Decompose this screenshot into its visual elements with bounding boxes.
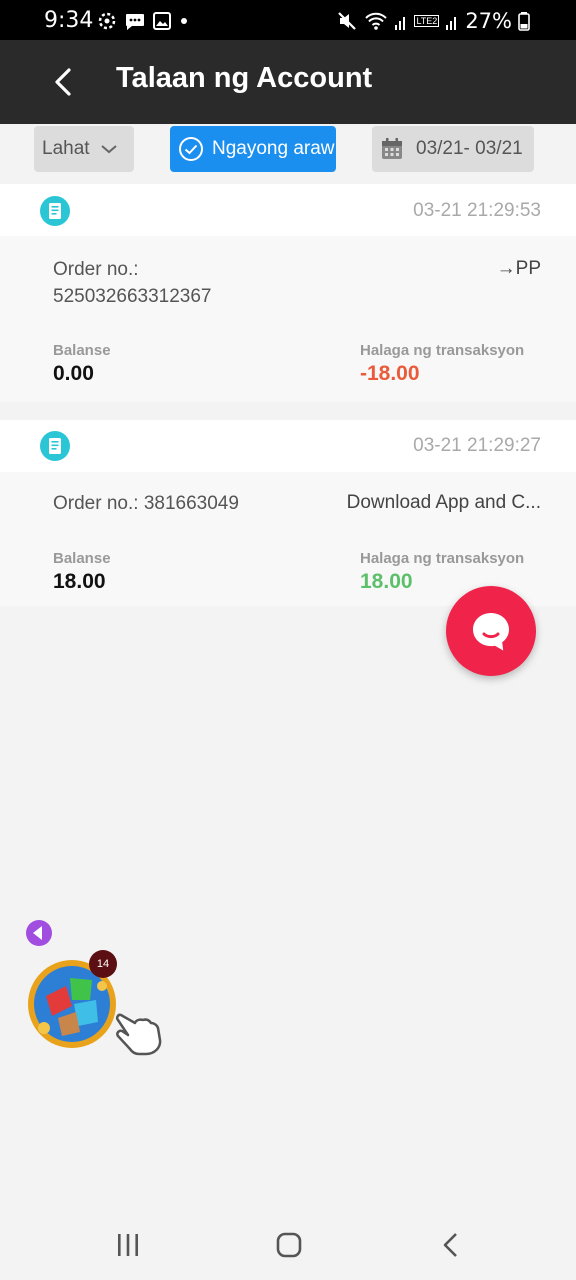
date-range-label: 03/21- 03/21 [416, 138, 523, 159]
transaction-card[interactable]: 03-21 21:29:53 Order no.: 52503266331236… [0, 184, 576, 402]
check-circle-icon [179, 137, 203, 161]
back-arrow-icon[interactable] [44, 62, 84, 102]
floating-game-widget[interactable]: 14 [22, 918, 172, 1063]
battery-percent: 27% [465, 9, 512, 33]
amount-label: Halaga ng transaksyon [360, 550, 525, 567]
amount-label: Halaga ng transaksyon [360, 342, 525, 359]
app-header: Talaan ng Account [0, 40, 576, 124]
transaction-card-body: Order no.: 525032663312367 →PP Balanse 0… [0, 236, 576, 402]
network-type-label: LTE2 [414, 15, 440, 27]
message-notification-icon [126, 14, 144, 30]
settings-notification-icon [98, 12, 116, 30]
notification-icons [96, 10, 190, 32]
chat-support-button[interactable] [446, 586, 536, 676]
filter-today-label: Ngayong araw [212, 138, 335, 159]
filter-all-label: Lahat [42, 138, 90, 159]
more-notifications-dot-icon [181, 18, 187, 24]
wifi-icon [365, 12, 388, 30]
battery-icon [518, 12, 530, 31]
chevron-down-icon [100, 145, 117, 154]
signal-2-icon [446, 17, 457, 30]
notification-count-badge: 14 [89, 950, 117, 978]
balance-value: 18.00 [53, 570, 106, 593]
amount-value: -18.00 [360, 362, 420, 385]
filter-bar: Lahat Ngayong araw 03/21- 03/21 [0, 124, 576, 184]
transaction-timestamp: 03-21 21:29:53 [413, 200, 541, 221]
system-icons: LTE2 27% [336, 9, 530, 33]
status-bar: 9:34 LTE2 27% [0, 0, 576, 40]
mute-icon [338, 12, 357, 30]
balance-value: 0.00 [53, 362, 94, 385]
page-title: Talaan ng Account [116, 62, 373, 94]
transaction-card-header: 03-21 21:29:53 [0, 184, 576, 236]
date-range-picker[interactable]: 03/21- 03/21 [372, 126, 534, 172]
transaction-timestamp: 03-21 21:29:27 [413, 435, 541, 456]
gallery-notification-icon [153, 12, 171, 30]
transaction-card-header: 03-21 21:29:27 [0, 420, 576, 472]
amount-value: 18.00 [360, 570, 413, 593]
receipt-icon [40, 196, 70, 226]
system-back-icon[interactable] [438, 1231, 464, 1259]
home-icon[interactable] [275, 1231, 303, 1259]
filter-today-button[interactable]: Ngayong araw [170, 126, 336, 172]
status-time: 9:34 [44, 8, 94, 33]
balance-label: Balanse [53, 550, 111, 567]
transaction-description: →PP [496, 258, 541, 279]
calendar-icon [382, 138, 402, 159]
order-number: Order no.: 381663049 [53, 493, 239, 514]
receipt-icon [40, 431, 70, 461]
transaction-description: Download App and C... [346, 492, 541, 513]
recent-apps-icon[interactable] [114, 1232, 142, 1258]
pointing-hand-icon [115, 1013, 162, 1056]
order-number: Order no.: 525032663312367 [53, 259, 212, 307]
transaction-card[interactable]: 03-21 21:29:27 Order no.: 381663049 Down… [0, 420, 576, 606]
balance-label: Balanse [53, 342, 111, 359]
system-navigation-bar [0, 1210, 576, 1280]
chat-bubble-icon [473, 613, 509, 651]
signal-1-icon [395, 17, 406, 30]
notification-count: 14 [96, 958, 110, 970]
filter-all-dropdown[interactable]: Lahat [34, 126, 134, 172]
collapse-arrow-icon[interactable] [24, 918, 54, 948]
